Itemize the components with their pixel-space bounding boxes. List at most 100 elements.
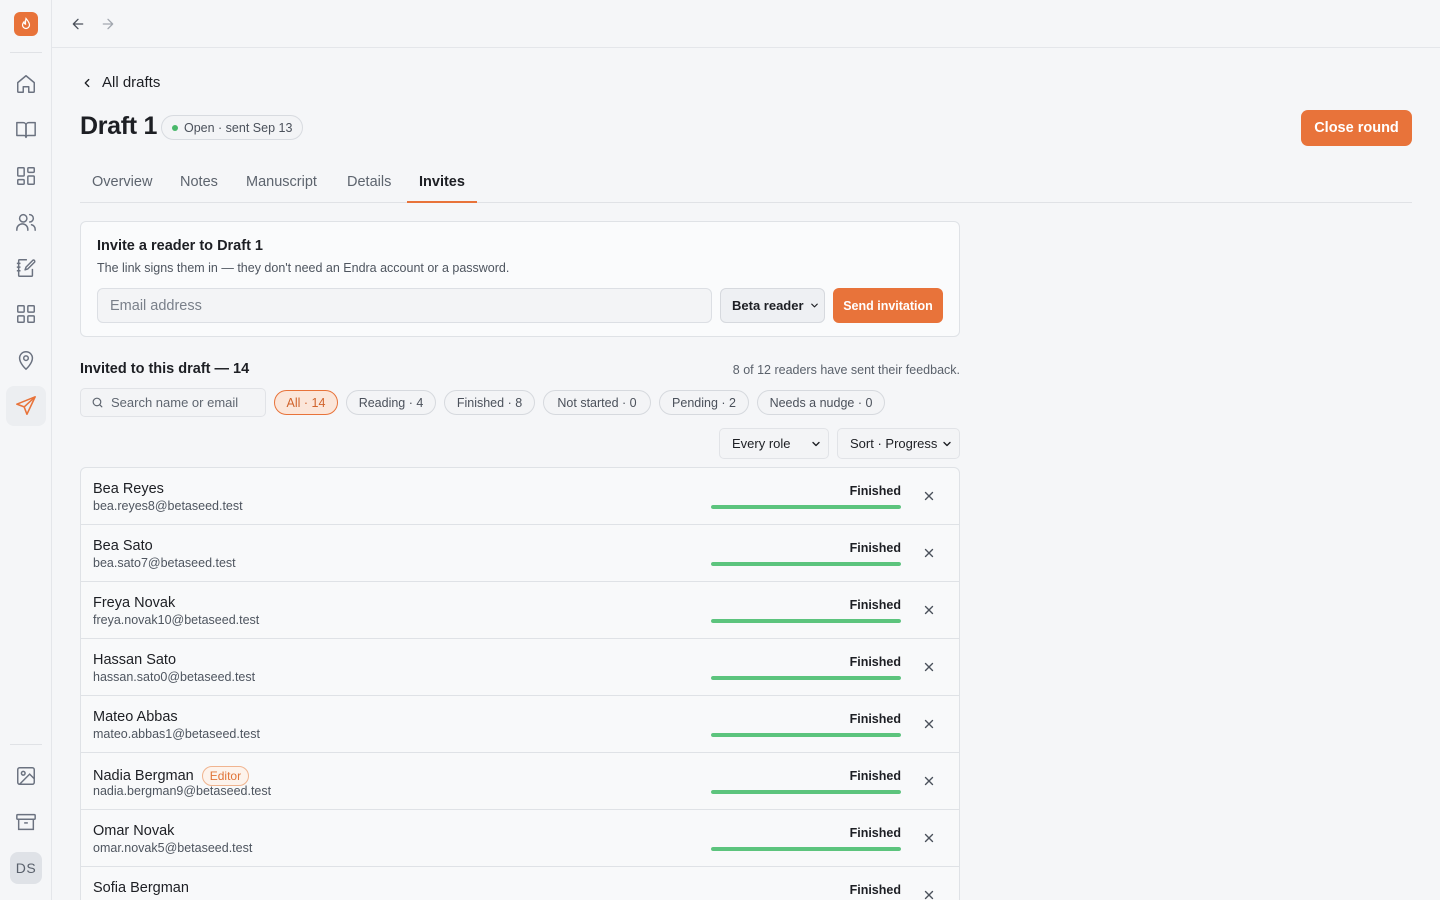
map-pin-icon (18, 351, 34, 371)
arrow-left-icon (72, 18, 84, 30)
sort-value: Sort · Progress (850, 436, 938, 451)
status-text: Open · sent Sep 13 (184, 120, 293, 135)
table-row[interactable]: Freya Novak freya.novak10@betaseed.test … (81, 582, 959, 639)
reader-name: Bea Reyes (93, 481, 164, 497)
sidebar-item-board[interactable] (6, 156, 46, 196)
feedback-summary: 8 of 12 readers have sent their feedback… (732, 363, 960, 377)
progress-bar (711, 790, 901, 794)
reader-status: Finished (849, 826, 901, 840)
notebook-pen-icon (16, 259, 36, 277)
remove-reader-button[interactable] (921, 773, 937, 789)
sidebar-item-notes[interactable] (6, 248, 46, 288)
progress-fill (711, 505, 901, 509)
sidebar-item-invites[interactable] (6, 386, 46, 426)
sidebar-item-apps[interactable] (6, 294, 46, 334)
arrow-right-icon (102, 18, 114, 30)
filter-not-started[interactable]: Not started · 0 (543, 390, 651, 415)
reader-name-wrap: Bea Reyes (93, 481, 164, 497)
filter-pending[interactable]: Pending · 2 (659, 390, 749, 415)
table-row[interactable]: Mateo Abbas mateo.abbas1@betaseed.test F… (81, 696, 959, 753)
page-title: Draft 1 (80, 112, 158, 140)
remove-reader-button[interactable] (921, 488, 937, 504)
reader-email: omar.novak5@betaseed.test (93, 841, 253, 855)
progress-bar (711, 619, 901, 623)
role-filter-select[interactable]: Every role (719, 428, 829, 459)
reader-email: bea.sato7@betaseed.test (93, 556, 236, 570)
reader-name-wrap: Bea Sato (93, 538, 153, 554)
filter-all[interactable]: All · 14 (274, 390, 338, 415)
remove-reader-button[interactable] (921, 830, 937, 846)
table-row[interactable]: Bea Reyes bea.reyes8@betaseed.test Finis… (81, 468, 959, 525)
email-field[interactable] (97, 288, 712, 323)
role-badge: Editor (201, 766, 250, 786)
chevron-down-icon (810, 303, 818, 308)
forward-button[interactable] (96, 12, 120, 36)
users-icon (16, 213, 36, 231)
sidebar-item-people[interactable] (6, 202, 46, 242)
table-row[interactable]: Bea Sato bea.sato7@betaseed.test Finishe… (81, 525, 959, 582)
close-icon (924, 548, 934, 558)
sidebar-item-media[interactable] (6, 756, 46, 796)
invite-title: Invite a reader to Draft 1 (97, 238, 263, 254)
progress-bar (711, 562, 901, 566)
table-row[interactable]: Omar Novak omar.novak5@betaseed.test Fin… (81, 810, 959, 867)
tab-overview[interactable]: Overview (80, 165, 164, 203)
reader-email: nadia.bergman9@betaseed.test (93, 784, 272, 798)
sidebar-item-home[interactable] (6, 64, 46, 104)
tab-invites[interactable]: Invites (407, 165, 477, 203)
reader-name: Hassan Sato (93, 652, 177, 668)
back-button[interactable] (66, 12, 90, 36)
reader-list: Bea Reyes bea.reyes8@betaseed.test Finis… (80, 467, 960, 900)
chevron-down-icon (943, 441, 951, 447)
progress-fill (711, 562, 901, 566)
tab-notes[interactable]: Notes (168, 165, 230, 203)
remove-reader-button[interactable] (921, 659, 937, 675)
filter-finished[interactable]: Finished · 8 (444, 390, 535, 415)
close-icon (924, 776, 934, 786)
reader-email: hassan.sato0@betaseed.test (93, 670, 256, 684)
table-row[interactable]: Sofia Bergman Finished (81, 867, 959, 900)
sort-select[interactable]: Sort · Progress (837, 428, 960, 459)
app-logo-icon[interactable] (14, 12, 38, 36)
all-drafts-link[interactable]: All drafts (80, 74, 160, 91)
table-row[interactable]: Hassan Sato hassan.sato0@betaseed.test F… (81, 639, 959, 696)
sidebar-item-places[interactable] (6, 340, 46, 380)
invite-subtitle: The link signs them in — they don't need… (97, 261, 510, 275)
send-invitation-button[interactable]: Send invitation (833, 288, 943, 323)
remove-reader-button[interactable] (921, 602, 937, 618)
reader-status: Finished (849, 883, 901, 897)
remove-reader-button[interactable] (921, 545, 937, 561)
tab-details[interactable]: Details (335, 165, 403, 203)
sidebar-item-library[interactable] (6, 110, 46, 150)
close-icon (924, 890, 934, 900)
invite-card: Invite a reader to Draft 1 The link sign… (80, 221, 960, 337)
sidebar: DS (0, 0, 52, 900)
remove-reader-button[interactable] (921, 887, 937, 900)
apps-icon (17, 305, 35, 323)
filter-reading[interactable]: Reading · 4 (346, 390, 436, 415)
reader-status: Finished (849, 655, 901, 669)
close-round-button[interactable]: Close round (1301, 110, 1412, 146)
role-select[interactable]: Beta reader (720, 288, 825, 323)
close-icon (924, 605, 934, 615)
search-box[interactable] (80, 388, 266, 417)
top-bar (52, 0, 1440, 48)
book-icon (16, 121, 36, 139)
search-icon (92, 397, 103, 408)
chevron-left-icon (84, 78, 90, 87)
remove-reader-button[interactable] (921, 716, 937, 732)
table-row[interactable]: Nadia Bergman Editor nadia.bergman9@betas… (81, 753, 959, 810)
avatar[interactable]: DS (10, 852, 42, 884)
reader-status: Finished (849, 712, 901, 726)
reader-status: Finished (849, 484, 901, 498)
send-icon (16, 396, 36, 416)
search-input[interactable] (111, 395, 261, 410)
reader-name-wrap: Hassan Sato (93, 652, 176, 668)
tab-manuscript[interactable]: Manuscript (234, 165, 329, 203)
close-icon (924, 833, 934, 843)
home-icon (17, 75, 35, 93)
reader-name: Nadia Bergman (93, 768, 194, 784)
filter-needs-nudge[interactable]: Needs a nudge · 0 (757, 390, 885, 415)
sidebar-item-archive[interactable] (6, 802, 46, 842)
sidebar-divider (10, 744, 42, 745)
